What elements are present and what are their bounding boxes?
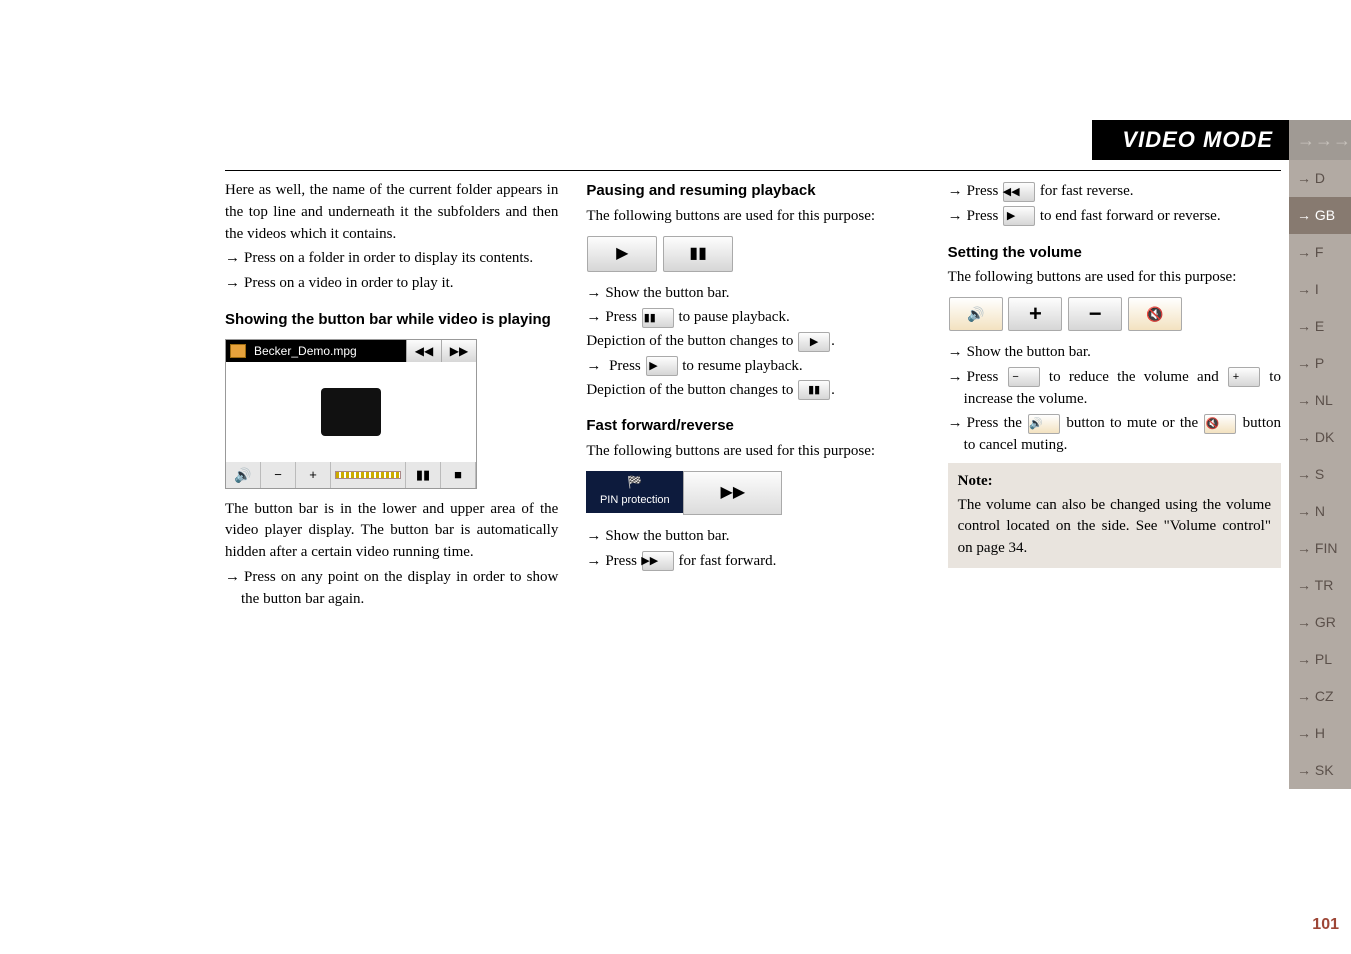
col2-step-resume: Press ▶ to resume playback. bbox=[586, 355, 919, 378]
player-pause-button[interactable]: ▮▮ bbox=[406, 462, 441, 488]
col3-volume-row: 🔊 + − 🔇 bbox=[948, 297, 1281, 331]
video-player-screenshot: Becker_Demo.mpg ◀◀ ▶▶ 🔊 − + ▮▮ ■ bbox=[225, 339, 477, 489]
col3-step-mute: Press the 🔊 button to mute or the 🔇 butt… bbox=[948, 412, 1281, 457]
big-pause-button[interactable]: ▮▮ bbox=[663, 236, 733, 272]
inline-minus-button[interactable]: − bbox=[1008, 367, 1040, 387]
tab-dk[interactable]: → DK bbox=[1289, 419, 1351, 456]
col2-depiction-pause: Depiction of the button changes to ▮▮. bbox=[586, 380, 919, 402]
col1-buttonbar-desc: The button bar is in the lower and upper… bbox=[225, 499, 558, 564]
vol-plus-button[interactable]: + bbox=[1008, 297, 1062, 331]
inline-plus-button[interactable]: + bbox=[1228, 367, 1260, 387]
vol-minus-button[interactable]: − bbox=[1068, 297, 1122, 331]
language-tabs: → D → GB → F → I → E → P → NL → DK → S →… bbox=[1289, 160, 1351, 789]
header-arrows: →→→ bbox=[1289, 120, 1351, 160]
column-1: Here as well, the name of the current fo… bbox=[225, 180, 558, 894]
col1-step-video: Press on a video in order to play it. bbox=[225, 272, 558, 295]
tab-p[interactable]: → P bbox=[1289, 345, 1351, 382]
col3-step-endff: Press ▶ to end fast forward or reverse. bbox=[948, 205, 1281, 228]
col3-vol-intro: The following buttons are used for this … bbox=[948, 267, 1281, 289]
player-stop-button[interactable]: ■ bbox=[441, 462, 476, 488]
tab-n[interactable]: → N bbox=[1289, 493, 1351, 530]
pin-protection-tile[interactable]: 🏁 PIN protection bbox=[586, 471, 683, 513]
col2-heading-pause: Pausing and resuming playback bbox=[586, 180, 919, 202]
col1-intro: Here as well, the name of the current fo… bbox=[225, 180, 558, 245]
pin-flag-icon: 🏁 bbox=[586, 474, 683, 491]
col3-step-vol: Press − to reduce the volume and + to in… bbox=[948, 366, 1281, 411]
inline-pause-button-2[interactable]: ▮▮ bbox=[798, 380, 830, 400]
header-rule bbox=[225, 170, 1281, 171]
col3-step-rev: Press ◀◀ for fast reverse. bbox=[948, 180, 1281, 203]
player-rev-button[interactable]: ◀◀ bbox=[406, 340, 441, 362]
inline-rev-button[interactable]: ◀◀ bbox=[1003, 182, 1035, 202]
note-title: Note: bbox=[958, 471, 1271, 493]
pin-protection-block: 🏁 PIN protection ▶▶ bbox=[586, 471, 782, 515]
inline-play-button-3[interactable]: ▶ bbox=[1003, 206, 1035, 226]
tab-e[interactable]: → E bbox=[1289, 308, 1351, 345]
video-thumbnail bbox=[321, 388, 381, 436]
tab-gb[interactable]: → GB bbox=[1289, 197, 1351, 234]
tab-f[interactable]: → F bbox=[1289, 234, 1351, 271]
player-vol-up[interactable]: + bbox=[296, 462, 331, 488]
tab-tr[interactable]: → TR bbox=[1289, 567, 1351, 604]
tab-nl[interactable]: → NL bbox=[1289, 382, 1351, 419]
inline-pause-button[interactable]: ▮▮ bbox=[642, 308, 674, 328]
page-header: VIDEO MODE bbox=[1092, 120, 1289, 160]
col2-pause-intro: The following buttons are used for this … bbox=[586, 206, 919, 228]
inline-play-button[interactable]: ▶ bbox=[798, 332, 830, 352]
col3-heading-volume: Setting the volume bbox=[948, 242, 1281, 264]
page-number: 101 bbox=[1312, 916, 1339, 934]
player-speaker-icon[interactable]: 🔊 bbox=[226, 462, 261, 488]
note-box: Note: The volume can also be changed usi… bbox=[948, 463, 1281, 568]
inline-mute-icon[interactable]: 🔇 bbox=[1204, 414, 1236, 434]
col1-heading-buttonbar: Showing the button bar while video is pl… bbox=[225, 309, 558, 331]
col1-step-showbar: Press on any point on the display in ord… bbox=[225, 566, 558, 611]
column-2: Pausing and resuming playback The follow… bbox=[586, 180, 919, 894]
col1-step-folder: Press on a folder in order to display it… bbox=[225, 247, 558, 270]
col2-play-pause-row: ▶ ▮▮ bbox=[586, 236, 919, 272]
pin-ff-button[interactable]: ▶▶ bbox=[683, 471, 782, 515]
tab-gr[interactable]: → GR bbox=[1289, 604, 1351, 641]
tab-s[interactable]: → S bbox=[1289, 456, 1351, 493]
inline-speaker-icon[interactable]: 🔊 bbox=[1028, 414, 1060, 434]
col2-step-showbar-2: Show the button bar. bbox=[586, 525, 919, 548]
inline-play-button-2[interactable]: ▶ bbox=[646, 356, 678, 376]
col2-step-pause: Press ▮▮ to pause playback. bbox=[586, 306, 919, 329]
col2-depiction-play: Depiction of the button changes to ▶. bbox=[586, 331, 919, 353]
folder-icon bbox=[230, 344, 246, 358]
col3-step-showbar: Show the button bar. bbox=[948, 341, 1281, 364]
video-area[interactable] bbox=[226, 362, 476, 462]
tab-h[interactable]: → H bbox=[1289, 715, 1351, 752]
player-vol-down[interactable]: − bbox=[261, 462, 296, 488]
col2-step-ff: Press ▶▶ for fast forward. bbox=[586, 550, 919, 573]
speaker-mute-icon[interactable]: 🔇 bbox=[1128, 297, 1182, 331]
col2-step-showbar: Show the button bar. bbox=[586, 282, 919, 305]
video-title: Becker_Demo.mpg bbox=[250, 340, 406, 362]
tab-cz[interactable]: → CZ bbox=[1289, 678, 1351, 715]
tab-sk[interactable]: → SK bbox=[1289, 752, 1351, 789]
note-body: The volume can also be changed using the… bbox=[958, 495, 1271, 560]
col2-heading-ff: Fast forward/reverse bbox=[586, 415, 919, 437]
column-3: Press ◀◀ for fast reverse. Press ▶ to en… bbox=[948, 180, 1281, 894]
tab-fin[interactable]: → FIN bbox=[1289, 530, 1351, 567]
player-fwd-button[interactable]: ▶▶ bbox=[441, 340, 476, 362]
tab-i[interactable]: → I bbox=[1289, 271, 1351, 308]
pin-label: PIN protection bbox=[586, 493, 683, 509]
player-progress[interactable] bbox=[331, 462, 406, 488]
tab-pl[interactable]: → PL bbox=[1289, 641, 1351, 678]
speaker-on-icon[interactable]: 🔊 bbox=[949, 297, 1003, 331]
tab-d[interactable]: → D bbox=[1289, 160, 1351, 197]
inline-ff-button[interactable]: ▶▶ bbox=[642, 551, 674, 571]
big-play-button[interactable]: ▶ bbox=[587, 236, 657, 272]
col2-ff-intro: The following buttons are used for this … bbox=[586, 441, 919, 463]
